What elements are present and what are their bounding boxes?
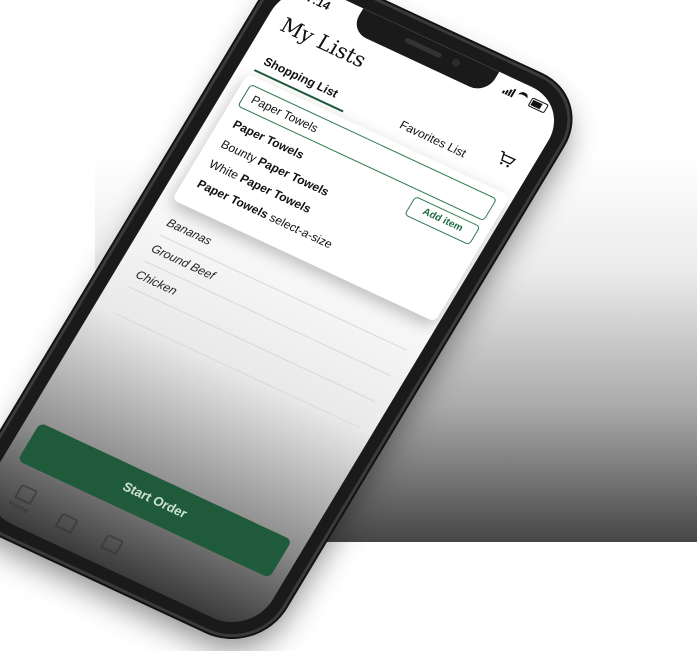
nav-item-3[interactable] [84,527,139,564]
speaker-grille [403,37,443,59]
wifi-icon [514,90,530,105]
camera-icon [450,57,462,68]
battery-icon [527,96,550,114]
nav-item-2[interactable] [39,506,94,543]
signal-icon [501,85,517,98]
nav-icon [99,533,125,556]
phone-notch [349,8,500,95]
status-time: 7:14 [304,0,334,13]
status-icons [501,84,550,114]
nav-icon [54,512,80,534]
phone-mockup: 7:14 My Lists Shopping List Favorites Li… [0,0,697,651]
phone-body: 7:14 My Lists Shopping List Favorites Li… [0,0,588,651]
phone-screen: 7:14 My Lists Shopping List Favorites Li… [0,0,570,636]
